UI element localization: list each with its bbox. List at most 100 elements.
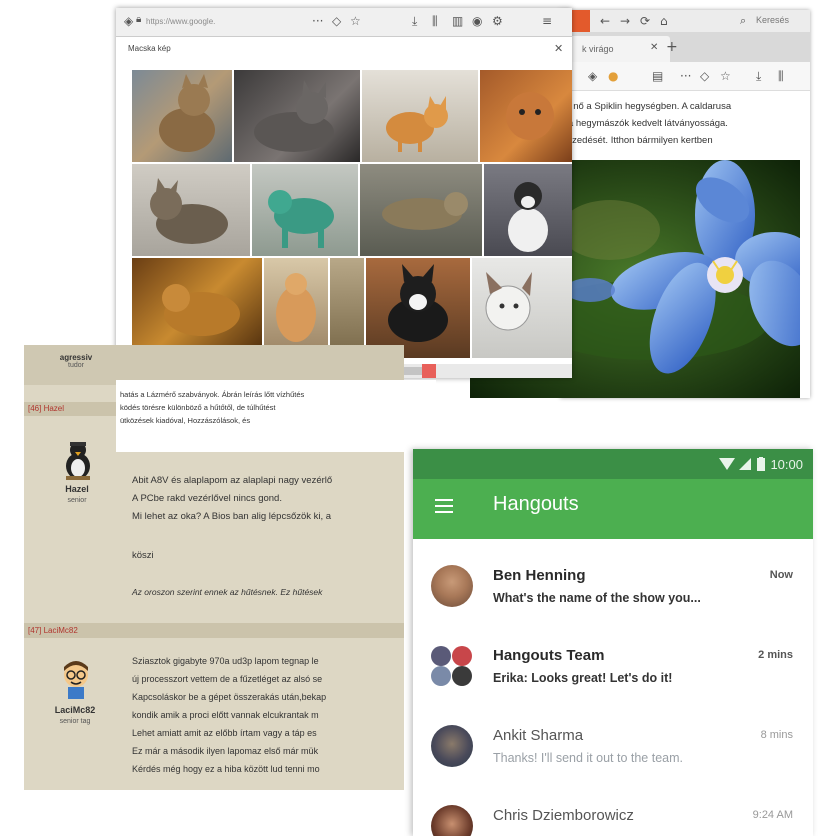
username[interactable]: LaciMc82: [40, 705, 110, 715]
username[interactable]: agressiv: [46, 353, 106, 362]
avatar: [431, 805, 473, 836]
url-bar[interactable]: https://www.google.: [146, 13, 296, 30]
forum-user-header: agressiv tudor: [24, 345, 404, 385]
cat-silhouette: [162, 284, 240, 336]
post-text-line: A PCbe rakd vezérlővel nincs gond.: [132, 493, 282, 504]
close-icon[interactable]: ✕: [554, 42, 563, 55]
cat-silhouette: [485, 272, 532, 331]
cat-image[interactable]: [132, 258, 262, 358]
cat-silhouette: [388, 264, 448, 342]
wifi-icon: [719, 458, 735, 470]
status-time: 10:00: [770, 457, 803, 472]
conversation-item[interactable]: Hangouts Team Erika: Looks great! Let's …: [413, 631, 813, 711]
article-line: leszedését. Itthon bármilyen kertben: [560, 135, 713, 146]
cat-image[interactable]: [366, 258, 470, 358]
user-rank: tudor: [68, 362, 84, 369]
username[interactable]: Hazel: [42, 484, 112, 494]
android-status-bar: 10:00: [413, 449, 813, 479]
cat-silhouette: [508, 182, 548, 252]
sidebar-icon[interactable]: ▥: [452, 14, 463, 28]
post-header[interactable]: [47] LaciMc82: [24, 623, 404, 638]
battery-icon: [757, 457, 765, 471]
new-tab-icon[interactable]: +: [666, 39, 678, 55]
hamburger-menu-icon[interactable]: ≡: [542, 14, 552, 28]
avatar: [58, 659, 94, 699]
cat-image[interactable]: [132, 70, 232, 162]
article-line: en nő a Spiklin hegységben. A caldarusa: [560, 101, 732, 112]
fragment-line: ködés törésre különböző a hűtőtől, de tú…: [120, 403, 276, 412]
cat-image[interactable]: [362, 70, 478, 162]
cat-silhouette: [506, 92, 554, 140]
shield-icon[interactable]: ◈: [124, 14, 133, 28]
cat-image-grid: [132, 70, 572, 360]
cat-image[interactable]: [264, 258, 328, 358]
cat-image[interactable]: [472, 258, 572, 358]
pocket-icon[interactable]: ◇: [700, 69, 709, 83]
lock-icon[interactable]: ●: [608, 69, 618, 83]
cat-image[interactable]: [132, 164, 250, 256]
download-icon[interactable]: ⤓: [756, 69, 761, 84]
cat-image[interactable]: [252, 164, 358, 256]
conversation-item[interactable]: Ben Henning What's the name of the show …: [413, 551, 813, 631]
conversation-time: 8 mins: [760, 729, 793, 741]
fragment-line: hatás a Lázmérő szabványok. Ábrán leírás…: [120, 390, 305, 399]
forum-text-fragment: hatás a Lázmérő szabványok. Ábrán leírás…: [116, 380, 436, 452]
lock-icon[interactable]: 🔒︎: [136, 14, 141, 25]
reader-icon[interactable]: ▤: [652, 69, 663, 83]
bookmark-star-icon[interactable]: ☆: [720, 69, 731, 83]
search-box[interactable]: Keresés: [756, 15, 789, 25]
search-icon[interactable]: ⌕: [740, 14, 746, 28]
post-text-line: Mi lehet az oka? A Bios ban alig lépcsőz…: [132, 511, 332, 522]
tab-bar: k virágo ✕ +: [560, 32, 810, 62]
post-text-line: kondik amik a proci előtt vannak elcukra…: [132, 710, 319, 720]
back-arrow-icon[interactable]: ←: [600, 14, 610, 28]
post-text-line: Kérdés még hogy ez a hiba között lud ten…: [132, 764, 320, 774]
group-avatar: [431, 645, 473, 687]
menu-icon[interactable]: [435, 499, 453, 515]
sync-icon[interactable]: ⚙: [492, 14, 503, 28]
article-line: n a hegymászók kedvelt látványossága.: [560, 118, 728, 129]
cat-image[interactable]: [330, 258, 364, 358]
conversation-name: Hangouts Team: [493, 647, 605, 664]
post-signature: Az oroszon szerint ennek az hűtésnek. Ez…: [132, 587, 323, 597]
shield-icon[interactable]: ◈: [588, 69, 597, 83]
cat-silhouette: [254, 80, 334, 152]
user-rank: senior tag: [59, 718, 91, 725]
conversation-snippet: Thanks! I'll send it out to the team.: [493, 751, 683, 765]
forward-arrow-icon[interactable]: →: [620, 14, 630, 28]
library-icon[interactable]: ⫼: [778, 69, 784, 84]
post-text-line: Lehet amiatt amit az előbb írtam vagy a …: [132, 728, 317, 738]
fragment-line: ütközések kiadóval, Hozzászólások, és: [120, 416, 251, 425]
cat-silhouette: [159, 74, 215, 152]
cat-image[interactable]: [480, 70, 572, 162]
conversation-item[interactable]: Ankit Sharma Thanks! I'll send it out to…: [413, 711, 813, 791]
download-icon[interactable]: ⤓: [412, 14, 417, 29]
cat-silhouette: [276, 273, 316, 342]
home-icon[interactable]: ⌂: [660, 14, 668, 28]
cat-silhouette: [382, 192, 468, 230]
cat-image[interactable]: [234, 70, 360, 162]
tab-close-icon[interactable]: ✕: [650, 42, 658, 53]
browser-navbar: ◈ ● ▤ ··· ◇ ☆ ⤓ ⫼: [560, 62, 810, 91]
avatar: [431, 725, 473, 767]
pocket-icon[interactable]: ◇: [332, 14, 341, 28]
conversation-snippet: Erika: Looks great! Let's do it!: [493, 671, 673, 685]
avatar: [431, 565, 473, 607]
conversation-item[interactable]: Chris Dziemborowicz 9:24 AM: [413, 791, 813, 836]
more-icon[interactable]: ···: [680, 69, 691, 83]
conversation-time: Now: [769, 569, 793, 581]
bookmark-star-icon[interactable]: ☆: [350, 14, 361, 28]
signal-icon: [739, 458, 751, 470]
more-icon[interactable]: ···: [312, 14, 323, 28]
reload-icon[interactable]: ⟳: [640, 14, 650, 28]
tab-title: k virágo: [582, 44, 614, 54]
post-text-line: köszi: [132, 550, 154, 561]
flower-browser-window: ← → ⟳ ⌂ ⌕ Keresés k virágo ✕ + ◈ ● ▤ ···…: [470, 10, 810, 398]
cat-silhouette: [268, 190, 334, 248]
cat-silhouette: [150, 178, 228, 244]
cat-image[interactable]: [484, 164, 572, 256]
extension-icon[interactable]: ◉: [472, 14, 482, 28]
library-icon[interactable]: ⫼: [432, 14, 438, 29]
article-text: en nő a Spiklin hegységben. A caldarusa …: [560, 98, 810, 149]
cat-image[interactable]: [360, 164, 482, 256]
